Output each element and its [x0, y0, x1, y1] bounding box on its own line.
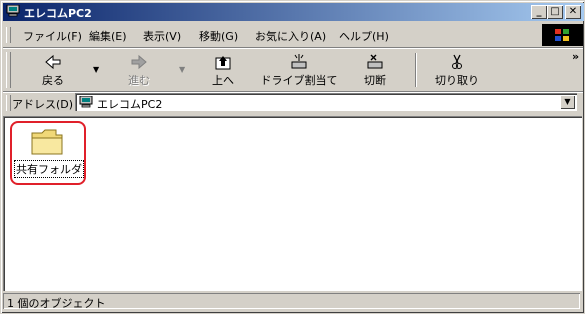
up-folder-icon	[215, 56, 231, 70]
scissors-icon	[452, 54, 462, 69]
computer-icon	[79, 96, 93, 108]
address-bar: アドレス(D) エレコムPC2 ▼	[3, 92, 583, 114]
toolbar-more-chevron[interactable]: »	[572, 50, 579, 63]
disconnect-label: 切断	[364, 74, 386, 87]
forward-button[interactable]: 進む	[119, 51, 159, 89]
address-grip[interactable]	[6, 95, 11, 111]
disconnect-drive-icon	[367, 54, 383, 69]
forward-label: 進む	[128, 74, 150, 87]
address-label: アドレス(D)	[12, 98, 74, 111]
address-dropdown-button[interactable]: ▼	[560, 95, 575, 109]
cut-label: 切り取り	[435, 74, 479, 87]
back-button[interactable]: 戻る	[33, 51, 73, 89]
address-input[interactable]: エレコムPC2 ▼	[75, 93, 577, 111]
minimize-button[interactable]: _	[531, 5, 547, 19]
explorer-window: エレコムPC2 _ □ ✕ ファイル(F) 編集(E) 表示(V) 移動(G) …	[0, 0, 585, 314]
toolbar-grip[interactable]	[6, 52, 11, 88]
menu-file[interactable]: ファイル(F)	[23, 28, 82, 44]
menu-edit[interactable]: 編集(E)	[89, 28, 127, 44]
map-drive-button[interactable]: ドライブ割当て	[257, 51, 341, 89]
map-drive-label: ドライブ割当て	[260, 74, 338, 87]
window-title: エレコムPC2	[24, 7, 92, 20]
up-button[interactable]: 上へ	[203, 51, 243, 89]
back-arrow-icon	[45, 54, 61, 70]
folder-icon	[31, 129, 63, 155]
close-button[interactable]: ✕	[565, 5, 581, 19]
toolbar: 戻る ▼ 進む ▼ 上へ ドライブ割当て 切断 切り取り »	[3, 49, 583, 91]
forward-arrow-icon	[131, 54, 147, 70]
map-drive-icon	[291, 54, 307, 69]
cut-button[interactable]: 切り取り	[429, 51, 485, 89]
maximize-button[interactable]: □	[547, 5, 563, 19]
disconnect-button[interactable]: 切断	[355, 51, 395, 89]
folder-item[interactable]: 共有フォルダ	[10, 121, 86, 185]
back-dropdown-icon[interactable]: ▼	[93, 65, 99, 74]
forward-dropdown-icon[interactable]: ▼	[179, 65, 185, 74]
up-label: 上へ	[212, 74, 234, 87]
title-bar[interactable]: エレコムPC2 _ □ ✕	[3, 3, 584, 21]
menu-go[interactable]: 移動(G)	[199, 28, 238, 44]
toolbar-separator	[415, 53, 417, 87]
address-value: エレコムPC2	[97, 98, 163, 111]
menu-favorites[interactable]: お気に入り(A)	[255, 28, 326, 44]
menu-view[interactable]: 表示(V)	[143, 28, 181, 44]
computer-icon	[6, 5, 20, 17]
status-text: 1 個のオブジェクト	[7, 297, 106, 310]
folder-label: 共有フォルダ	[14, 160, 84, 178]
status-panel: 1 個のオブジェクト	[3, 293, 580, 310]
status-bar: 1 個のオブジェクト	[3, 292, 582, 311]
windows-logo-icon	[542, 24, 583, 46]
file-list-area[interactable]: 共有フォルダ	[3, 116, 582, 291]
menu-help[interactable]: ヘルプ(H)	[339, 28, 389, 44]
menu-bar: ファイル(F) 編集(E) 表示(V) 移動(G) お気に入り(A) ヘルプ(H…	[3, 23, 533, 47]
back-label: 戻る	[42, 74, 64, 87]
menu-grip[interactable]	[6, 27, 11, 43]
